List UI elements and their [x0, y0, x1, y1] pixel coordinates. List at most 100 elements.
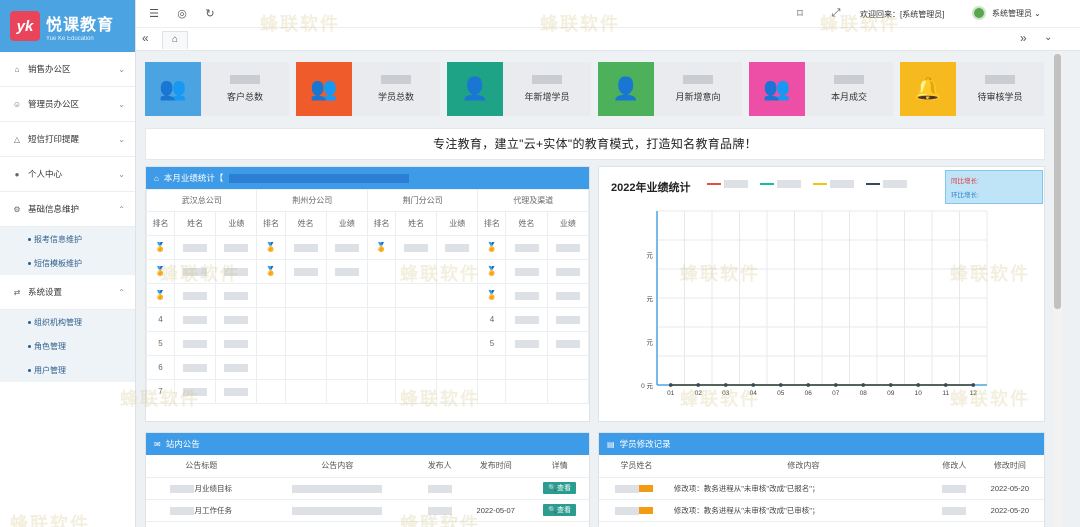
sidebar-item-admin[interactable]: ☺ 管理员办公区 ⌄	[0, 87, 135, 122]
sidebar-subitem-role[interactable]: 角色管理	[0, 334, 135, 358]
column-header: 业绩	[436, 211, 479, 236]
name-cell	[174, 235, 217, 260]
publish-date-cell: 2022-05-07	[461, 499, 531, 522]
amount-cell	[325, 331, 368, 356]
globe-icon[interactable]: ◎	[172, 7, 192, 20]
sidebar-subitem-exam[interactable]: 报考信息维护	[0, 227, 135, 251]
user-icon: ●	[14, 169, 20, 179]
scroll-right-icon[interactable]: »	[1020, 31, 1027, 45]
stat-card[interactable]: 👤 年新增学员	[447, 62, 591, 116]
refresh-icon[interactable]: ↻	[200, 7, 220, 20]
chevron-down-icon: ⌄	[118, 134, 125, 144]
amount-cell	[215, 259, 258, 284]
sidebar-item-basic[interactable]: ⚙ 基础信息维护 ⌃	[0, 192, 135, 227]
rank-cell	[366, 331, 396, 356]
x-tick-label: 08	[860, 390, 868, 397]
redacted-prefix	[170, 506, 195, 515]
chevron-down-icon: ⌄	[118, 64, 125, 74]
tab-home[interactable]: ⌂	[162, 31, 188, 49]
gear-icon: ⚙	[13, 204, 21, 214]
redacted-modifier	[942, 484, 967, 493]
amount-cell	[546, 259, 590, 284]
table-row: 55	[145, 331, 590, 356]
performance-chart[interactable]: 01 02 03 04 05 06 07 08 09 10 11 12元元元0 元	[599, 199, 1044, 421]
name-cell	[284, 235, 327, 260]
stat-label: 年新增学员	[524, 92, 570, 102]
legend-item[interactable]	[813, 180, 854, 188]
chevron-down-icon[interactable]: ⌄	[1044, 32, 1052, 43]
group-header: 武汉总公司	[145, 189, 258, 212]
menu-toggle-icon[interactable]: ☰	[144, 7, 164, 20]
x-tick-label: 11	[942, 390, 949, 397]
sidebar-subitem-user[interactable]: 用户管理	[0, 358, 135, 382]
column-header: 修改人	[932, 455, 976, 478]
notice-panel: ✉ 站内公告 公告标题 公告内容 发布人 发布时间 详情 月业绩目标 🔍查看 月工作任务 20…	[145, 432, 590, 527]
chart-panel: 2022年业绩统计 同比增长: 环比增长: 01 02 03 04 05 06 07 08 09…	[598, 166, 1045, 422]
redacted-amount	[555, 243, 580, 252]
name-cell	[394, 331, 438, 356]
amount-cell	[325, 259, 368, 284]
records-header: ▤ 学员修改记录	[599, 433, 1044, 455]
fullscreen-icon[interactable]: ⤢	[826, 7, 846, 20]
column-header: 排名	[477, 211, 507, 236]
logo-title: 悦课教育	[46, 16, 115, 34]
series-point	[971, 383, 976, 387]
notice-content-cell	[256, 477, 419, 500]
performance-table: 武汉总公司 荆州分公司 荆门分公司 代理及渠道 排名 姓名 业绩 排名 姓名 业绩 排名 姓名 业绩排…	[145, 189, 590, 404]
sidebar-item-personal[interactable]: ● 个人中心 ⌄	[0, 157, 135, 192]
sidebar-subitem-sms-template[interactable]: 短信模板维护	[0, 251, 135, 275]
legend-item[interactable]	[866, 180, 907, 188]
redacted-publisher	[427, 506, 452, 515]
series-point	[916, 383, 921, 387]
amount-cell	[436, 259, 479, 284]
bell-icon: △	[13, 134, 21, 144]
performance-panel: ⌂ 本月业绩统计【 武汉总公司 荆州分公司 荆门分公司 代理及渠道 排名 姓名 业绩 排名姓…	[145, 166, 590, 422]
redacted-amount	[555, 267, 580, 276]
stat-card[interactable]: 🔔 待审核学员	[900, 62, 1044, 116]
view-button[interactable]: 🔍查看	[543, 504, 576, 516]
notice-content-cell	[256, 499, 419, 522]
rank-cell: 🏅	[366, 235, 396, 260]
topbar: ☰ ◎ ↻ ⌑ ⤢ 欢迎回来：[系统管理员] 系统管理员 ⌄	[136, 0, 1080, 27]
stat-card[interactable]: 👥 客户总数	[145, 62, 289, 116]
name-cell	[174, 379, 217, 404]
sidebar-item-sms[interactable]: △ 短信打印提醒 ⌄	[0, 122, 135, 157]
scroll-left-icon[interactable]: «	[142, 31, 149, 45]
view-button[interactable]: 🔍查看	[543, 482, 576, 494]
medal-icon: 🏅	[486, 290, 498, 300]
stat-body: 本月成交	[805, 62, 893, 116]
tag-icon[interactable]: ⌑	[790, 7, 810, 20]
stat-card[interactable]: 👥 本月成交	[749, 62, 893, 116]
page-scrollbar[interactable]	[1053, 52, 1062, 527]
legend-item[interactable]	[707, 180, 748, 188]
redacted-name	[183, 315, 208, 324]
x-tick-label: 03	[722, 390, 730, 397]
redacted-student	[615, 484, 640, 493]
performance-title: 本月业绩统计【	[163, 173, 224, 183]
sidebar-item-sales[interactable]: ⌂ 销售办公区 ⌄	[0, 52, 135, 87]
tooltip-yoy: 同比增长:	[951, 178, 979, 185]
admin-menu[interactable]: 系统管理员 ⌄	[972, 6, 1041, 20]
column-header: 姓名	[394, 211, 438, 236]
table-row: 修改项：教务进程从"未审核"改成"已报名"； 2022-05-20	[599, 477, 1044, 500]
stat-value	[683, 75, 713, 84]
table-row: 🏅 🏅	[145, 283, 590, 308]
amount-cell	[436, 379, 479, 404]
column-header: 修改时间	[975, 455, 1044, 478]
detail-cell: 🔍查看	[530, 477, 589, 500]
column-header: 排名	[366, 211, 396, 236]
legend-item[interactable]	[760, 180, 801, 188]
stat-label: 待审核学员	[977, 92, 1023, 102]
scrollbar-thumb[interactable]	[1054, 54, 1061, 309]
redacted-name	[293, 267, 318, 276]
sidebar-subitem-org[interactable]: 组织机构管理	[0, 310, 135, 334]
stat-card[interactable]: 👥 学员总数	[296, 62, 440, 116]
series-point	[806, 383, 811, 387]
stat-card[interactable]: 👤 月新增意向	[598, 62, 742, 116]
sidebar-item-system[interactable]: ⇄ 系统设置 ⌃	[0, 275, 135, 310]
rank-cell: 7	[145, 379, 176, 404]
redacted-series-name	[883, 180, 907, 188]
shuffle-icon: ⇄	[13, 287, 21, 297]
rank-cell	[256, 355, 286, 380]
amount-cell	[215, 235, 258, 260]
